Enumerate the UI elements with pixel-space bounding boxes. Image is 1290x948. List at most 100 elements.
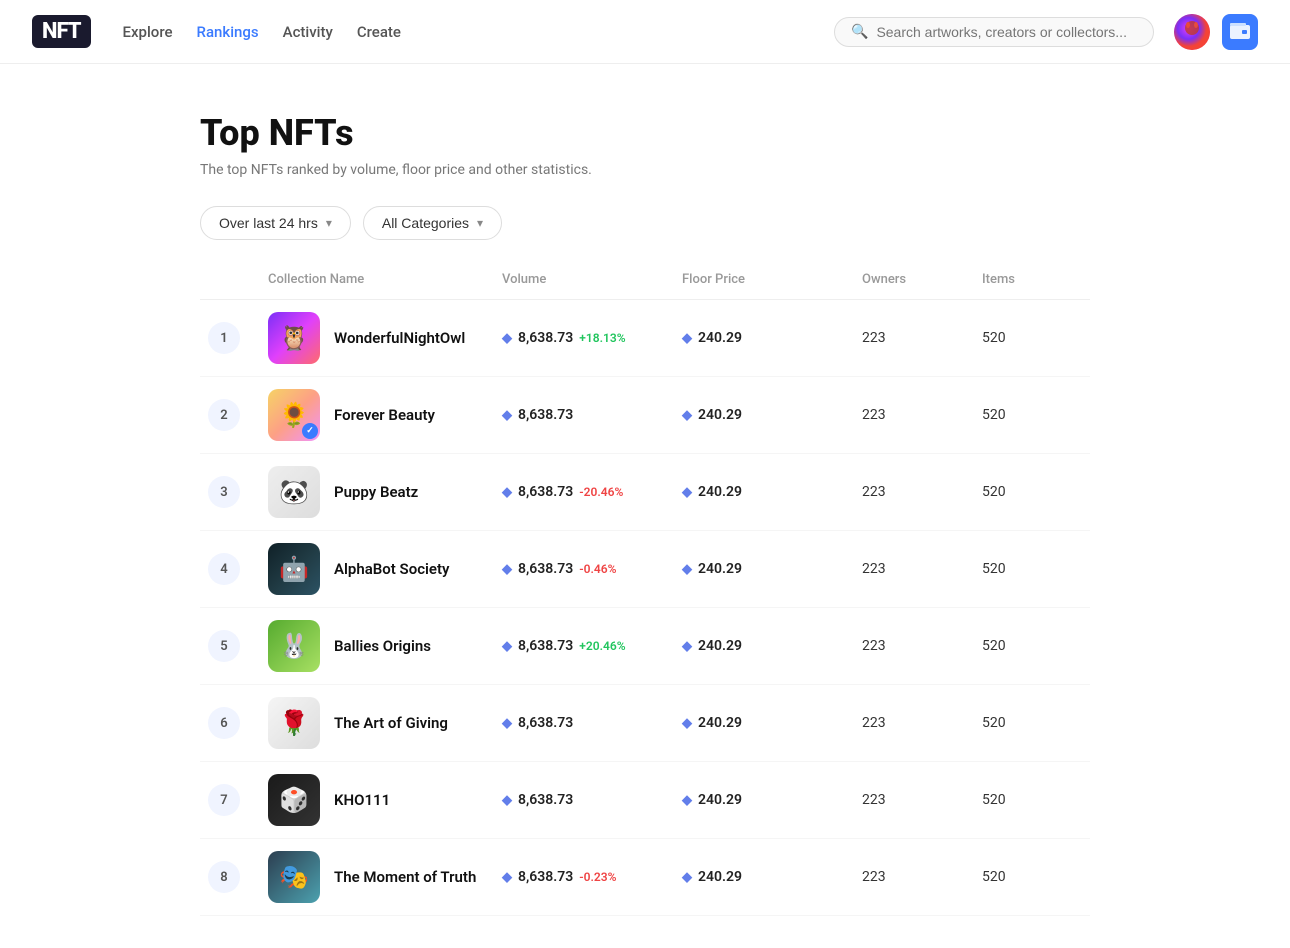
items-value: 520: [982, 561, 1082, 577]
items-value: 520: [982, 792, 1082, 808]
col-floor: Floor Price: [682, 272, 862, 287]
avatar[interactable]: [1174, 14, 1210, 50]
volume-change: -0.23%: [579, 870, 616, 884]
items-value: 520: [982, 484, 1082, 500]
volume-change: +20.46%: [579, 639, 625, 653]
floor-cell: ◆ 240.29: [682, 715, 862, 731]
floor-value: 240.29: [698, 330, 742, 346]
rank-number: 2: [208, 399, 240, 431]
eth-icon: ◆: [502, 870, 512, 885]
search-input[interactable]: [876, 24, 1137, 40]
table-row[interactable]: 7 🎲 KHO111 ◆ 8,638.73 ◆ 240.29 223 520: [200, 762, 1090, 839]
nav-activity[interactable]: Activity: [283, 23, 333, 41]
chevron-down-icon: ▾: [326, 216, 332, 230]
floor-cell: ◆ 240.29: [682, 330, 862, 346]
floor-cell: ◆ 240.29: [682, 561, 862, 577]
filter-time[interactable]: Over last 24 hrs ▾: [200, 206, 351, 240]
owners-value: 223: [862, 330, 982, 346]
owners-value: 223: [862, 484, 982, 500]
rank-number: 1: [208, 322, 240, 354]
floor-cell: ◆ 240.29: [682, 638, 862, 654]
table-row[interactable]: 3 🐼 Puppy Beatz ◆ 8,638.73 -20.46% ◆ 240…: [200, 454, 1090, 531]
rank-number: 6: [208, 707, 240, 739]
table-row[interactable]: 2 🌻 ✓ Forever Beauty ◆ 8,638.73 ◆ 240.29…: [200, 377, 1090, 454]
eth-icon: ◆: [502, 716, 512, 731]
navbar: NFT Explore Rankings Activity Create 🔍: [0, 0, 1290, 64]
floor-value: 240.29: [698, 407, 742, 423]
eth-icon: ◆: [682, 716, 692, 731]
collection-cell: 🎭 The Moment of Truth: [268, 851, 502, 903]
collection-cell: 🌻 ✓ Forever Beauty: [268, 389, 502, 441]
collection-image: 🌹: [268, 697, 320, 749]
collection-name: The Art of Giving: [334, 714, 448, 732]
nav-rankings[interactable]: Rankings: [197, 23, 259, 41]
items-value: 520: [982, 330, 1082, 346]
items-value: 520: [982, 638, 1082, 654]
search-icon: 🔍: [851, 24, 868, 40]
rank-number: 8: [208, 861, 240, 893]
floor-value: 240.29: [698, 869, 742, 885]
col-owners: Owners: [862, 272, 982, 287]
volume-cell: ◆ 8,638.73 -0.46%: [502, 561, 682, 577]
eth-icon: ◆: [502, 408, 512, 423]
table-row[interactable]: 5 🐰 Ballies Origins ◆ 8,638.73 +20.46% ◆…: [200, 608, 1090, 685]
collection-name: WonderfulNightOwl: [334, 329, 465, 347]
volume-cell: ◆ 8,638.73 -0.23%: [502, 869, 682, 885]
eth-icon: ◆: [502, 331, 512, 346]
nav-right: [1174, 14, 1258, 50]
eth-icon: ◆: [502, 562, 512, 577]
rank-number: 3: [208, 476, 240, 508]
filter-category[interactable]: All Categories ▾: [363, 206, 502, 240]
col-volume: Volume: [502, 272, 682, 287]
table-row[interactable]: 8 🎭 The Moment of Truth ◆ 8,638.73 -0.23…: [200, 839, 1090, 916]
eth-icon: ◆: [682, 870, 692, 885]
collection-cell: 🐰 Ballies Origins: [268, 620, 502, 672]
collection-name: KHO111: [334, 791, 390, 809]
eth-icon: ◆: [502, 485, 512, 500]
volume-cell: ◆ 8,638.73: [502, 792, 682, 808]
rank-cell: 7: [208, 784, 268, 816]
nav-create[interactable]: Create: [357, 23, 401, 41]
nav-explore[interactable]: Explore: [123, 23, 173, 41]
volume-change: -20.46%: [579, 485, 623, 499]
eth-icon: ◆: [682, 793, 692, 808]
volume-change: +18.13%: [579, 331, 625, 345]
collection-name: Ballies Origins: [334, 637, 431, 655]
wallet-button[interactable]: [1222, 14, 1258, 50]
owners-value: 223: [862, 407, 982, 423]
items-value: 520: [982, 407, 1082, 423]
col-rank: [208, 272, 268, 287]
owners-value: 223: [862, 869, 982, 885]
table-body: 1 🦉 WonderfulNightOwl ◆ 8,638.73 +18.13%…: [200, 300, 1090, 916]
floor-value: 240.29: [698, 792, 742, 808]
volume-change: -0.46%: [579, 562, 616, 576]
search-bar[interactable]: 🔍: [834, 17, 1154, 47]
volume-value: 8,638.73: [518, 330, 573, 346]
rank-cell: 8: [208, 861, 268, 893]
chevron-down-icon: ▾: [477, 216, 483, 230]
rank-cell: 5: [208, 630, 268, 662]
collection-image: 🐰: [268, 620, 320, 672]
owners-value: 223: [862, 792, 982, 808]
owners-value: 223: [862, 638, 982, 654]
table-row[interactable]: 1 🦉 WonderfulNightOwl ◆ 8,638.73 +18.13%…: [200, 300, 1090, 377]
rank-cell: 4: [208, 553, 268, 585]
floor-value: 240.29: [698, 715, 742, 731]
eth-icon: ◆: [682, 485, 692, 500]
floor-value: 240.29: [698, 484, 742, 500]
collection-name: Puppy Beatz: [334, 483, 418, 501]
table-row[interactable]: 6 🌹 The Art of Giving ◆ 8,638.73 ◆ 240.2…: [200, 685, 1090, 762]
collection-cell: 🤖 AlphaBot Society: [268, 543, 502, 595]
eth-icon: ◆: [502, 639, 512, 654]
collection-name: The Moment of Truth: [334, 868, 476, 886]
eth-icon: ◆: [682, 331, 692, 346]
col-items: Items: [982, 272, 1082, 287]
floor-cell: ◆ 240.29: [682, 484, 862, 500]
floor-cell: ◆ 240.29: [682, 869, 862, 885]
page-subtitle: The top NFTs ranked by volume, floor pri…: [200, 162, 1090, 178]
rank-cell: 1: [208, 322, 268, 354]
table-row[interactable]: 4 🤖 AlphaBot Society ◆ 8,638.73 -0.46% ◆…: [200, 531, 1090, 608]
volume-cell: ◆ 8,638.73 -20.46%: [502, 484, 682, 500]
collection-image: 🤖: [268, 543, 320, 595]
floor-cell: ◆ 240.29: [682, 407, 862, 423]
